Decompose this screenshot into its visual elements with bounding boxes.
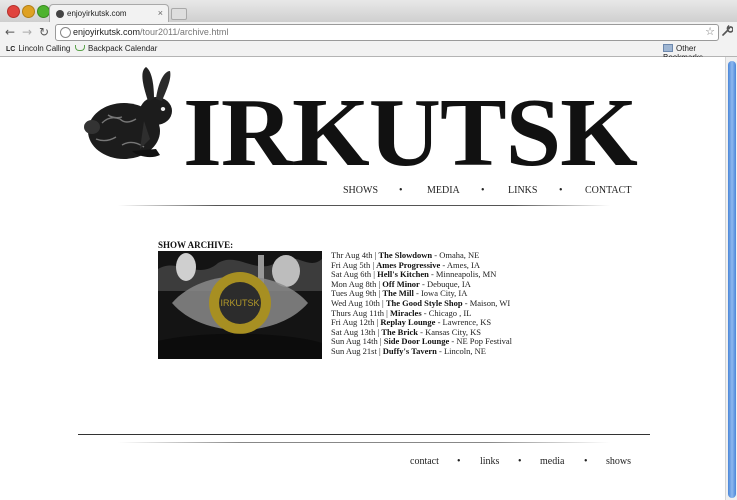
show-row: Fri Aug 12th | Replay Lounge - Lawrence,… [331,317,492,328]
show-venue: The Mill [382,288,414,299]
footer-divider-shadow [118,442,610,443]
show-venue: Miracles [390,307,422,318]
show-location: Ames, IA [446,259,480,270]
show-date: Sun Aug 14th [331,336,378,347]
tab-close-icon[interactable]: × [158,8,163,18]
show-location: Iowa City, IA [420,288,468,299]
show-row: Sat Aug 6th | Hell's Kitchen - Minneapol… [331,269,497,280]
bookmark-backpack-calendar[interactable]: Backpack Calendar [75,44,157,53]
show-archive-heading: SHOW ARCHIVE: [158,240,234,250]
photo-label: IRKUTSK [220,298,259,308]
nav-contact[interactable]: CONTACT [585,185,631,196]
footer-nav-separator: • [584,456,588,467]
nav-media[interactable]: MEDIA [427,185,460,196]
show-row: Mon Aug 8th | Off Minor - Debuque, IA [331,278,471,289]
show-date: Tues Aug 9th [331,288,377,299]
back-button[interactable]: ← [5,25,15,39]
show-venue: The Good Style Shop [385,298,463,308]
nav-separator: • [559,185,563,196]
irkutsk-logo-text[interactable]: IRKUTSK [183,84,638,182]
show-venue: Duffy's Tavern [382,346,437,356]
show-location: Debuque, IA [426,278,471,289]
show-date: Mon Aug 8th [331,278,377,289]
show-row: Sun Aug 14th | Side Door Lounge - NE Pop… [331,336,513,347]
show-location: Maison, WI [469,298,511,308]
show-row: Thurs Aug 11th | Miracles - Chicago , IL [331,307,472,318]
show-row: Fri Aug 5th | Ames Progressive - Ames, I… [331,259,480,270]
url-text: enjoyirkutsk.com/tour2011/archive.html [73,27,228,37]
page-content: IRKUTSK SHOWS • MEDIA • LINKS • CONTACT … [0,57,725,500]
show-row: Wed Aug 10th | The Good Style Shop - Mai… [331,298,511,308]
backpack-icon [75,45,85,51]
show-date: Sat Aug 6th [331,269,372,280]
show-location: NE Pop Festival [456,336,513,347]
nav-separator: • [481,185,485,196]
show-date: Sat Aug 13th [331,326,376,337]
show-venue: The Slowdown [378,250,433,260]
footer-nav-media[interactable]: media [540,456,564,467]
folder-icon [663,44,673,52]
show-location: Minneapolis, MN [435,269,497,280]
footer-divider [78,434,650,435]
footer-nav-links[interactable]: links [480,456,499,467]
show-venue: Off Minor [382,278,420,289]
address-bar[interactable]: enjoyirkutsk.com/tour2011/archive.html ☆ [55,24,719,41]
show-venue: Ames Progressive [376,259,441,270]
rabbit-favicon-icon [56,10,64,18]
new-tab-button[interactable] [171,8,187,20]
globe-icon [60,27,71,38]
header-divider [118,205,610,206]
browser-toolbar: ← → ↻ enjoyirkutsk.com/tour2011/archive.… [0,22,737,42]
show-venue: Hell's Kitchen [377,269,429,280]
browser-tab[interactable]: enjoyirkutsk.com × [49,4,169,23]
lc-icon: LC [6,46,16,53]
show-location: Kansas City, KS [425,326,481,337]
nav-links[interactable]: LINKS [508,185,537,196]
show-row: Thr Aug 4th | The Slowdown - Omaha, NE [331,250,480,260]
show-location: Lincoln, NE [443,346,486,356]
footer-nav-shows[interactable]: shows [606,456,631,467]
show-location: Omaha, NE [439,250,480,260]
show-location: Chicago , IL [428,307,472,318]
footer-nav-contact[interactable]: contact [410,456,439,467]
show-location: Lawrence, KS [442,317,492,328]
show-date: Thr Aug 4th [331,250,373,260]
forward-button[interactable]: → [22,25,32,39]
bookmark-lincoln-calling[interactable]: LC Lincoln Calling [6,44,70,53]
nav-shows[interactable]: SHOWS [343,185,378,196]
wrench-menu-icon[interactable] [721,24,734,40]
bookmarks-bar: LC Lincoln Calling Backpack Calendar Othe… [0,42,737,62]
show-row: Sun Aug 21st | Duffy's Tavern - Lincoln,… [331,346,486,356]
show-venue: Side Door Lounge [383,336,450,347]
vertical-scrollbar[interactable] [725,57,737,500]
band-photo: IRKUTSK [158,251,322,359]
bookmark-label: Backpack Calendar [88,44,158,53]
tab-title: enjoyirkutsk.com [67,9,127,18]
show-date: Thurs Aug 11th [331,307,385,318]
nav-separator: • [399,185,403,196]
minimize-window-button[interactable] [22,5,35,18]
show-venue: Replay Lounge [380,317,436,328]
rabbit-logo-icon[interactable] [82,65,178,167]
footer-nav-separator: • [457,456,461,467]
footer-nav-separator: • [518,456,522,467]
show-venue: The Brick [381,326,418,337]
browser-titlebar: enjoyirkutsk.com × [0,0,737,23]
show-date: Sun Aug 21st [331,346,377,356]
url-domain: enjoyirkutsk.com [73,27,141,37]
scrollbar-thumb[interactable] [728,61,736,498]
show-row: Tues Aug 9th | The Mill - Iowa City, IA [331,288,468,299]
show-date: Fri Aug 5th [331,259,371,270]
url-path: /tour2011/archive.html [140,27,229,37]
bookmark-star-icon[interactable]: ☆ [705,25,715,38]
bookmark-label: Lincoln Calling [18,44,71,53]
show-date: Fri Aug 12th [331,317,375,328]
show-date: Wed Aug 10th [331,298,380,308]
show-row: Sat Aug 13th | The Brick - Kansas City, … [331,326,481,337]
close-window-button[interactable] [7,5,20,18]
reload-button[interactable]: ↻ [39,25,49,39]
